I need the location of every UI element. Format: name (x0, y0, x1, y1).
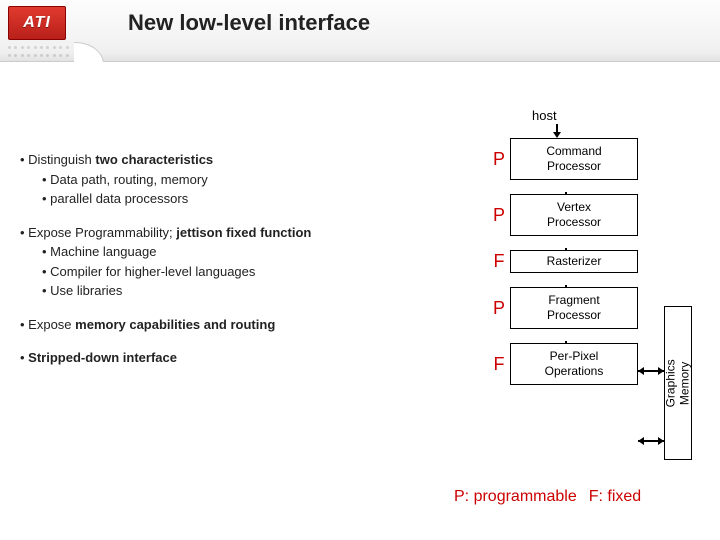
header-dot-grid (8, 46, 70, 60)
pipeline-stage: P CommandProcessor (488, 138, 638, 180)
pipeline-stage: F Per-PixelOperations (488, 343, 638, 385)
bullet-head-bold: two characteristics (95, 152, 213, 167)
graphics-memory-box: GraphicsMemory (664, 306, 692, 460)
bullet-item: Expose memory capabilities and routing (20, 315, 460, 335)
legend-f: F: fixed (589, 488, 641, 505)
sub-bullet: Data path, routing, memory (42, 170, 460, 190)
bullet-head-plain: Expose Programmability; (28, 225, 176, 240)
stage-box-vertex-processor: VertexProcessor (510, 194, 638, 236)
pipeline-stage: P FragmentProcessor (488, 287, 638, 329)
bullet-head-bold: Stripped-down interface (28, 350, 177, 365)
memory-link-arrow (638, 440, 664, 442)
sub-bullet: Compiler for higher-level languages (42, 262, 460, 282)
bullet-head: Expose memory capabilities and routing (20, 315, 460, 335)
ati-logo: ATI (8, 6, 66, 40)
bullet-item: Stripped-down interface (20, 348, 460, 368)
pipeline-stage: P VertexProcessor (488, 194, 638, 236)
stage-box-rasterizer: Rasterizer (510, 250, 638, 273)
arrow-host-in (556, 124, 558, 134)
bullet-head: Expose Programmability; jettison fixed f… (20, 223, 460, 243)
page-title: New low-level interface (128, 10, 370, 36)
sub-bullet: Machine language (42, 242, 460, 262)
stage-tag: P (488, 138, 510, 180)
stage-tag: F (488, 250, 510, 273)
stage-box-command-processor: CommandProcessor (510, 138, 638, 180)
bullet-head: Distinguish two characteristics (20, 150, 460, 170)
bullet-item: Expose Programmability; jettison fixed f… (20, 223, 460, 301)
header-tab-curve (74, 42, 124, 62)
header: ATI New low-level interface (0, 0, 720, 62)
pipeline-stage: F Rasterizer (488, 250, 638, 273)
bullet-item: Distinguish two characteristics Data pat… (20, 150, 460, 209)
ati-logo-text: ATI (23, 14, 51, 32)
legend: P: programmable F: fixed (454, 488, 641, 506)
bullet-list: Distinguish two characteristics Data pat… (20, 150, 460, 382)
host-label: host (532, 108, 557, 123)
stage-tag: F (488, 343, 510, 385)
legend-p: P: programmable (454, 488, 577, 505)
stage-box-fragment-processor: FragmentProcessor (510, 287, 638, 329)
sub-bullet: Use libraries (42, 281, 460, 301)
bullet-head-plain: Distinguish (28, 152, 95, 167)
bullet-head: Stripped-down interface (20, 348, 460, 368)
memory-link-arrow (638, 370, 664, 372)
graphics-memory-label: GraphicsMemory (664, 359, 693, 407)
pipeline-diagram: P CommandProcessor P VertexProcessor F R… (488, 138, 638, 399)
bullet-head-bold: memory capabilities and routing (75, 317, 275, 332)
stage-tag: P (488, 194, 510, 236)
stage-box-per-pixel-ops: Per-PixelOperations (510, 343, 638, 385)
stage-tag: P (488, 287, 510, 329)
bullet-head-plain: Expose (28, 317, 75, 332)
bullet-head-bold: jettison fixed function (176, 225, 311, 240)
sub-bullet: parallel data processors (42, 189, 460, 209)
